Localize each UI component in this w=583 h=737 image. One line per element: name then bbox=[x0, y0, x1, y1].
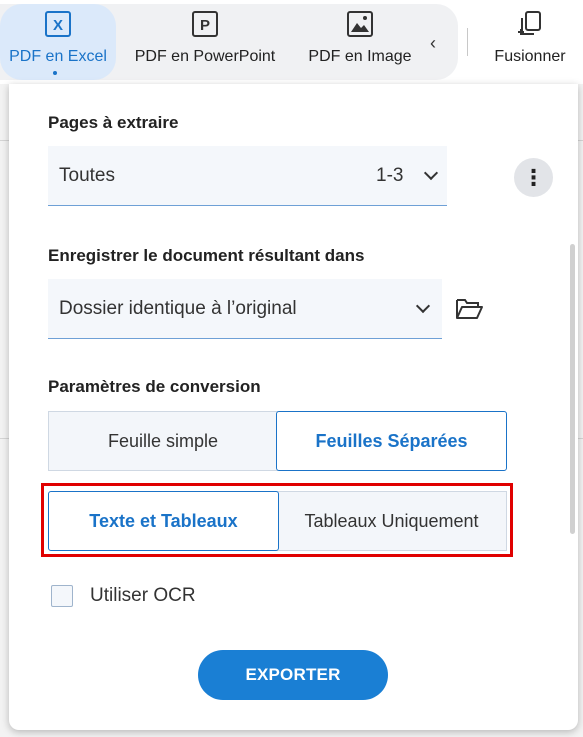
tool-pdf-to-powerpoint[interactable]: P PDF en PowerPoint bbox=[130, 4, 280, 80]
save-location-select[interactable]: Dossier identique à l’original bbox=[48, 279, 442, 339]
export-button[interactable]: EXPORTER bbox=[198, 650, 388, 700]
separate-sheets-option[interactable]: Feuilles Séparées bbox=[276, 411, 507, 471]
svg-text:X: X bbox=[53, 17, 63, 34]
merge-icon bbox=[518, 11, 541, 35]
tool-label: PDF en Image bbox=[308, 48, 412, 65]
folder-open-icon[interactable] bbox=[454, 296, 484, 322]
more-options-button[interactable]: ⋮ bbox=[514, 158, 553, 197]
tool-label: PDF en Excel bbox=[9, 48, 107, 65]
single-sheet-option[interactable]: Feuille simple bbox=[48, 411, 278, 471]
background-divider bbox=[578, 438, 583, 439]
pages-select[interactable]: Toutes 1-3 bbox=[48, 146, 447, 206]
tool-pdf-to-excel[interactable]: X PDF en Excel bbox=[0, 4, 116, 80]
chevron-down-icon bbox=[415, 298, 431, 314]
tool-label: Fusionner bbox=[494, 48, 566, 65]
save-location-label: Enregistrer le document résultant dans bbox=[48, 246, 365, 265]
tool-label: PDF en PowerPoint bbox=[134, 48, 276, 65]
background-divider bbox=[0, 140, 9, 141]
ocr-checkbox[interactable] bbox=[51, 585, 73, 607]
conversion-label: Paramètres de conversion bbox=[48, 377, 261, 396]
save-location-value: Dossier identique à l’original bbox=[59, 298, 297, 319]
ocr-label: Utiliser OCR bbox=[90, 585, 196, 606]
background-divider bbox=[0, 438, 9, 439]
highlight-box bbox=[41, 483, 513, 557]
panel-scrollbar[interactable] bbox=[570, 244, 575, 534]
svg-text:P: P bbox=[200, 17, 210, 34]
tool-merge[interactable]: Fusionner bbox=[485, 4, 575, 80]
conversion-toolbar: X PDF en Excel P PDF en PowerPoint PDF e… bbox=[0, 0, 583, 84]
background-divider bbox=[578, 140, 583, 141]
chevron-left-icon[interactable]: ‹ bbox=[430, 33, 436, 54]
pages-label: Pages à extraire bbox=[48, 113, 179, 132]
pages-selected-value: Toutes bbox=[59, 165, 115, 186]
image-icon bbox=[347, 11, 373, 37]
chevron-down-icon bbox=[423, 165, 439, 181]
powerpoint-icon: P bbox=[192, 11, 218, 37]
tool-pdf-to-image[interactable]: PDF en Image bbox=[300, 4, 420, 80]
excel-icon: X bbox=[45, 11, 71, 37]
pages-range: 1-3 bbox=[376, 165, 404, 186]
toolbar-divider bbox=[467, 28, 468, 56]
active-indicator bbox=[53, 71, 57, 75]
